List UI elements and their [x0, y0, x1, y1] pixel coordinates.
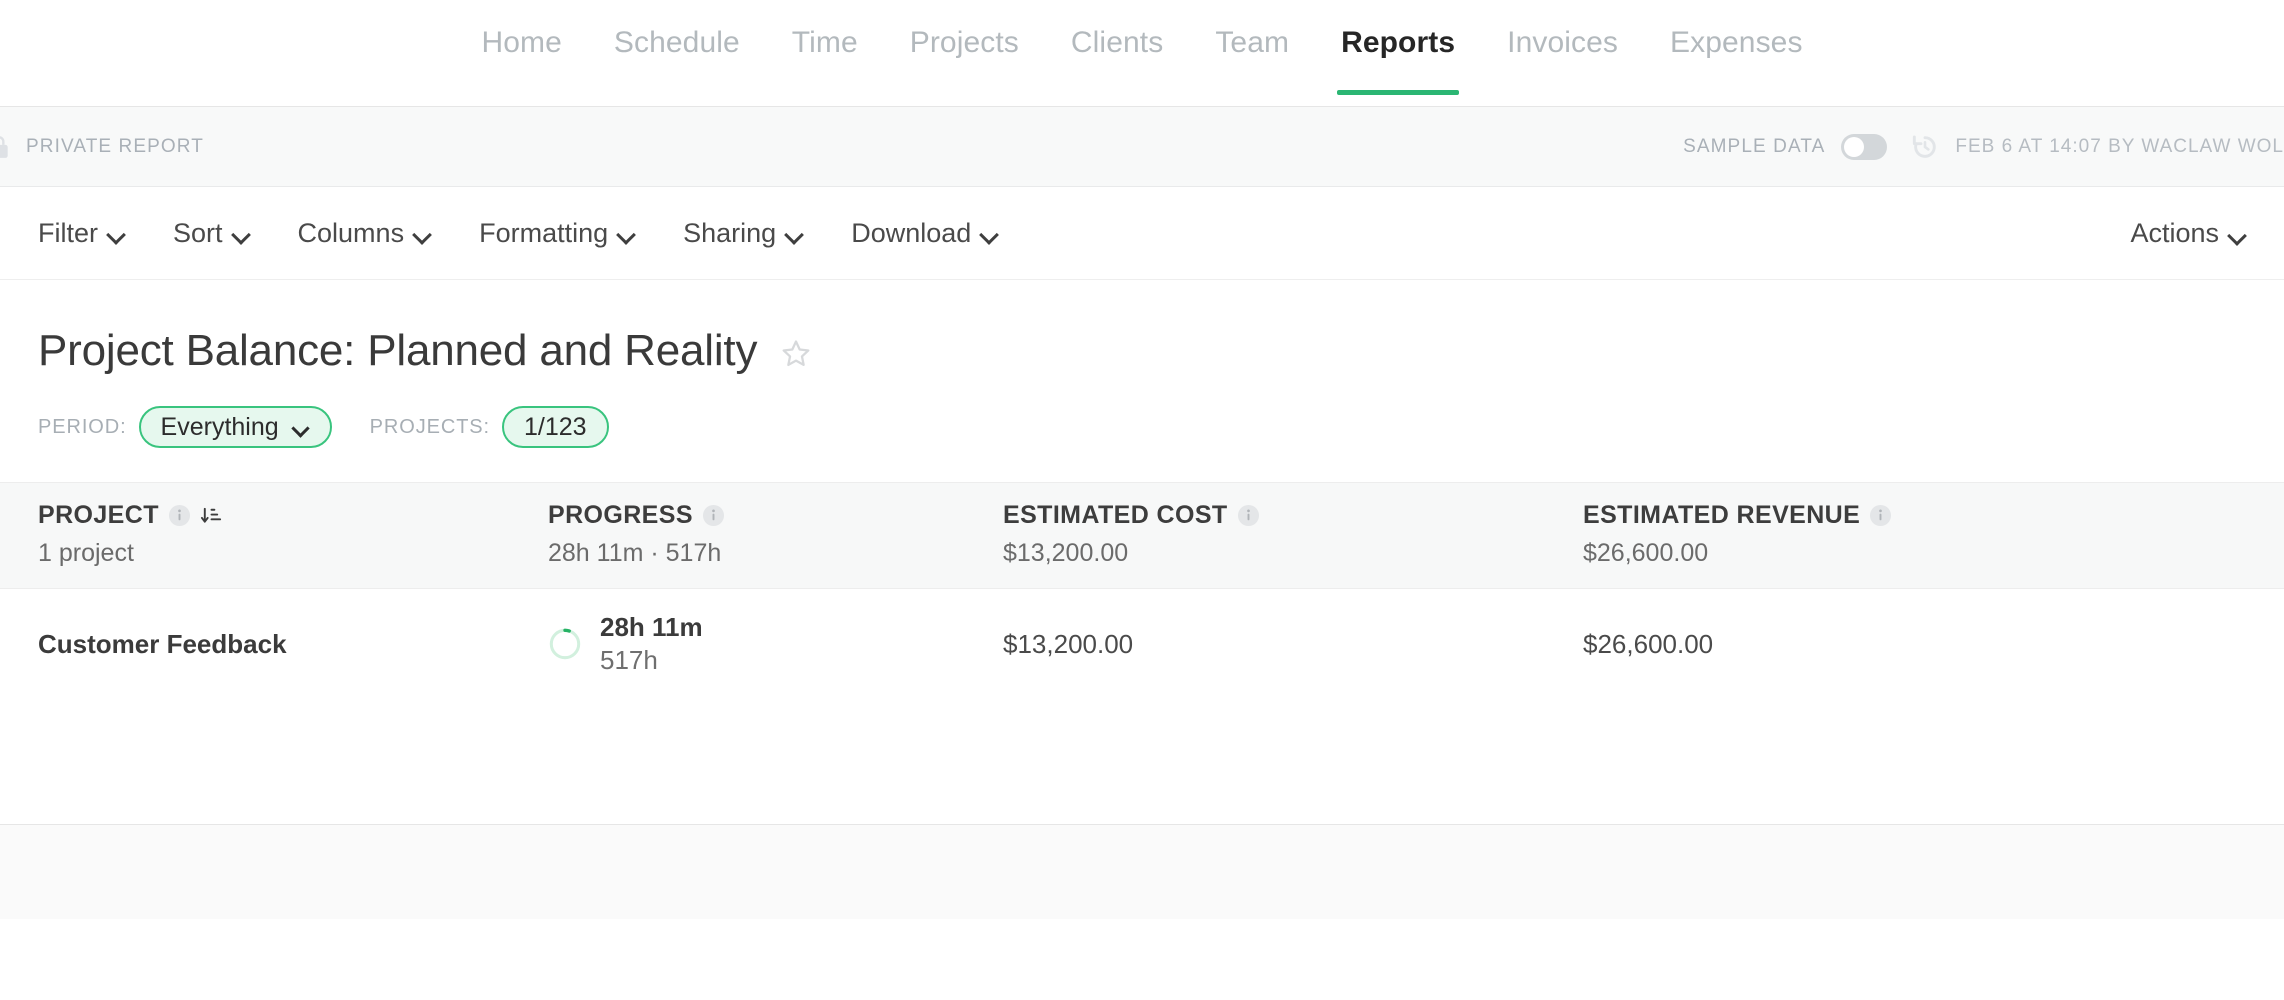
nav-item-home[interactable]: Home: [455, 24, 587, 107]
estimated-cost-value: $13,200.00: [1003, 629, 1133, 659]
page-footer-area: [0, 825, 2284, 919]
toolbar-sort-menu[interactable]: Sort: [173, 218, 250, 249]
table-row[interactable]: Customer Feedback 28h 11m 517h $13,200.0…: [0, 589, 2284, 700]
report-toolbar: Filter Sort Columns Formatting Sharing D…: [0, 187, 2284, 280]
column-header-estimated-cost-label: ESTIMATED COST: [1003, 501, 1228, 530]
column-header-progress[interactable]: PROGRESS 28h 11m · 517h: [548, 501, 1003, 568]
report-filters: PERIOD: Everything PROJECTS: 1/123: [0, 378, 2284, 448]
info-icon[interactable]: [1869, 504, 1892, 527]
projects-filter-pill[interactable]: 1/123: [502, 406, 609, 448]
toolbar-menu-group: Filter Sort Columns Formatting Sharing D…: [38, 218, 998, 249]
report-table: PROJECT 1 project: [0, 482, 2284, 825]
column-summary-project: 1 project: [38, 539, 548, 568]
chevron-down-icon: [233, 228, 250, 238]
report-page: Home Schedule Time Projects Clients Team…: [0, 0, 2284, 1000]
column-header-estimated-revenue-label: ESTIMATED REVENUE: [1583, 501, 1860, 530]
chevron-down-icon: [108, 228, 125, 238]
nav-item-invoices[interactable]: Invoices: [1481, 24, 1644, 107]
cell-project[interactable]: Customer Feedback: [38, 629, 548, 660]
sort-descending-icon[interactable]: [200, 504, 223, 527]
toolbar-download-menu[interactable]: Download: [851, 218, 998, 249]
toolbar-sort-label: Sort: [173, 218, 223, 249]
toolbar-formatting-label: Formatting: [479, 218, 608, 249]
nav-item-schedule[interactable]: Schedule: [588, 24, 766, 107]
sample-data-label: SAMPLE DATA: [1683, 136, 1825, 158]
toolbar-sharing-menu[interactable]: Sharing: [683, 218, 803, 249]
nav-item-reports[interactable]: Reports: [1315, 24, 1481, 107]
projects-value: 1/123: [524, 413, 587, 442]
column-header-project[interactable]: PROJECT 1 project: [38, 501, 548, 568]
nav-item-projects[interactable]: Projects: [884, 24, 1045, 107]
period-filter-pill[interactable]: Everything: [139, 406, 332, 448]
chevron-down-icon: [414, 228, 431, 238]
cell-progress: 28h 11m 517h: [548, 611, 1003, 678]
star-outline-icon[interactable]: [779, 337, 813, 371]
chevron-down-icon: [2229, 229, 2246, 239]
toggle-knob: [1844, 137, 1864, 157]
toolbar-columns-menu[interactable]: Columns: [298, 218, 432, 249]
report-privacy: PRIVATE REPORT: [0, 132, 204, 162]
report-title-row: Project Balance: Planned and Reality: [0, 280, 2284, 378]
page-title: Project Balance: Planned and Reality: [38, 324, 757, 378]
column-summary-estimated-revenue: $26,600.00: [1583, 539, 2183, 568]
column-header-project-top: PROJECT: [38, 501, 548, 530]
column-header-estimated-cost-top: ESTIMATED COST: [1003, 501, 1583, 530]
nav-item-time[interactable]: Time: [766, 24, 884, 107]
actions-label: Actions: [2130, 218, 2219, 249]
report-history[interactable]: FEB 6 AT 14:07 BY WACLAW WOL: [1909, 131, 2284, 163]
project-name: Customer Feedback: [38, 629, 287, 659]
lock-icon: [0, 132, 12, 162]
private-report-label: PRIVATE REPORT: [26, 136, 204, 158]
chevron-down-icon: [618, 228, 635, 238]
period-label: PERIOD:: [38, 416, 127, 439]
column-header-progress-label: PROGRESS: [548, 501, 693, 530]
info-icon[interactable]: [1237, 504, 1260, 527]
column-header-estimated-revenue-top: ESTIMATED REVENUE: [1583, 501, 2183, 530]
report-meta-bar: PRIVATE REPORT SAMPLE DATA FEB 6 AT 14:0…: [0, 107, 2284, 187]
column-header-estimated-cost[interactable]: ESTIMATED COST $13,200.00: [1003, 501, 1583, 568]
nav-items: Home Schedule Time Projects Clients Team…: [455, 0, 1828, 107]
chevron-down-icon: [293, 422, 310, 432]
estimated-revenue-value: $26,600.00: [1583, 629, 1713, 659]
cell-estimated-cost: $13,200.00: [1003, 629, 1583, 660]
last-modified-text: FEB 6 AT 14:07 BY WACLAW WOL: [1955, 136, 2284, 158]
table-empty-space: [0, 700, 2284, 825]
primary-navigation: Home Schedule Time Projects Clients Team…: [0, 0, 2284, 107]
table-header-row: PROJECT 1 project: [0, 482, 2284, 589]
nav-item-clients[interactable]: Clients: [1045, 24, 1189, 107]
chevron-down-icon: [786, 228, 803, 238]
column-summary-progress: 28h 11m · 517h: [548, 539, 1003, 568]
toolbar-download-label: Download: [851, 218, 971, 249]
sample-data-toggle[interactable]: [1841, 134, 1887, 160]
info-icon[interactable]: [168, 504, 191, 527]
projects-label: PROJECTS:: [370, 416, 490, 439]
sample-data-control[interactable]: SAMPLE DATA: [1683, 134, 1887, 160]
column-summary-estimated-cost: $13,200.00: [1003, 539, 1583, 568]
cell-estimated-revenue: $26,600.00: [1583, 629, 2183, 660]
column-header-estimated-revenue[interactable]: ESTIMATED REVENUE $26,600.00: [1583, 501, 2183, 568]
history-revert-icon: [1909, 131, 1941, 163]
toolbar-formatting-menu[interactable]: Formatting: [479, 218, 635, 249]
period-value: Everything: [161, 413, 279, 442]
nav-item-team[interactable]: Team: [1189, 24, 1315, 107]
progress-values: 28h 11m 517h: [600, 611, 703, 678]
toolbar-sharing-label: Sharing: [683, 218, 776, 249]
progress-estimate: 517h: [600, 644, 703, 677]
nav-item-expenses[interactable]: Expenses: [1644, 24, 1829, 107]
column-header-project-label: PROJECT: [38, 501, 159, 530]
report-meta-right: SAMPLE DATA FEB 6 AT 14:07 BY WACLAW WOL: [1683, 107, 2284, 187]
toolbar-columns-label: Columns: [298, 218, 405, 249]
column-header-progress-top: PROGRESS: [548, 501, 1003, 530]
progress-ring-icon: [548, 627, 582, 661]
chevron-down-icon: [981, 228, 998, 238]
actions-menu[interactable]: Actions: [2130, 218, 2246, 249]
toolbar-actions-group: Actions: [2130, 187, 2246, 280]
info-icon[interactable]: [702, 504, 725, 527]
progress-tracked: 28h 11m: [600, 611, 703, 644]
toolbar-filter-label: Filter: [38, 218, 98, 249]
toolbar-filter-menu[interactable]: Filter: [38, 218, 125, 249]
